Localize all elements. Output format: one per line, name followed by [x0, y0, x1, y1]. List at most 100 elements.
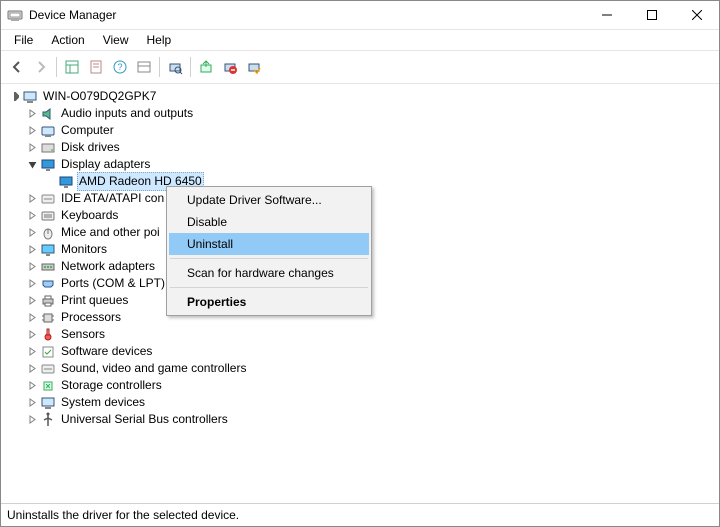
category-icon [40, 310, 56, 326]
tree-category-label: Print queues [59, 292, 130, 309]
tree-category-label: Universal Serial Bus controllers [59, 411, 230, 428]
tree-category-label: Ports (COM & LPT) [59, 275, 167, 292]
category-icon [40, 140, 56, 156]
category-icon [40, 123, 56, 139]
tree-device[interactable]: AMD Radeon HD 6450 [43, 173, 719, 190]
help-button[interactable]: ? [109, 56, 131, 78]
tree-category-label: Sensors [59, 326, 107, 343]
menu-file[interactable]: File [5, 31, 42, 49]
properties-sheet-button[interactable] [85, 56, 107, 78]
category-icon [40, 378, 56, 394]
window-controls [584, 1, 719, 29]
toolbar-separator [190, 57, 191, 77]
expand-icon[interactable] [25, 124, 39, 138]
show-hide-tree-button[interactable] [61, 56, 83, 78]
category-icon [40, 259, 56, 275]
tree-category[interactable]: Sound, video and game controllers [25, 360, 719, 377]
window-title: Device Manager [29, 8, 116, 22]
category-icon [40, 412, 56, 428]
tree-category[interactable]: Software devices [25, 343, 719, 360]
tree-root[interactable]: WIN-O079DQ2GPK7 [7, 88, 719, 105]
expand-icon[interactable] [25, 226, 39, 240]
back-button[interactable] [6, 56, 28, 78]
tree-category[interactable]: Computer [25, 122, 719, 139]
context-menu-item[interactable]: Update Driver Software... [169, 189, 369, 211]
expand-icon[interactable] [25, 260, 39, 274]
toolbar-separator [56, 57, 57, 77]
category-icon [40, 395, 56, 411]
expand-collapse-icon[interactable] [7, 90, 21, 104]
tree-category[interactable]: Mice and other poi [25, 224, 719, 241]
maximize-button[interactable] [629, 1, 674, 29]
tree-category[interactable]: Print queues [25, 292, 719, 309]
close-button[interactable] [674, 1, 719, 29]
disable-device-button[interactable] [243, 56, 265, 78]
expand-icon[interactable] [25, 294, 39, 308]
tree-category-label: Computer [59, 122, 116, 139]
expand-icon[interactable] [25, 362, 39, 376]
expand-icon[interactable] [25, 379, 39, 393]
scan-hardware-button[interactable] [164, 56, 186, 78]
category-icon [40, 191, 56, 207]
expand-icon[interactable] [25, 209, 39, 223]
tree-category-label: Disk drives [59, 139, 122, 156]
tree-category[interactable]: Processors [25, 309, 719, 326]
expand-icon[interactable] [25, 328, 39, 342]
statusbar: Uninstalls the driver for the selected d… [1, 503, 719, 526]
tree-category[interactable]: Keyboards [25, 207, 719, 224]
toolbar-separator [159, 57, 160, 77]
tree-category[interactable]: Monitors [25, 241, 719, 258]
expand-icon[interactable] [25, 413, 39, 427]
tree-category[interactable]: Disk drives [25, 139, 719, 156]
expand-icon[interactable] [25, 141, 39, 155]
expand-icon[interactable] [25, 107, 39, 121]
category-icon [40, 106, 56, 122]
menu-view[interactable]: View [94, 31, 138, 49]
titlebar: Device Manager [1, 1, 719, 30]
tree-category-label: Keyboards [59, 207, 120, 224]
expand-icon[interactable] [25, 396, 39, 410]
context-menu-item[interactable]: Uninstall [169, 233, 369, 255]
tree-category-label: Software devices [59, 343, 154, 360]
tree-category-label: Monitors [59, 241, 109, 258]
tree-category[interactable]: Network adapters [25, 258, 719, 275]
context-menu-item[interactable]: Properties [169, 291, 369, 313]
tree-category-label: Storage controllers [59, 377, 164, 394]
uninstall-device-button[interactable] [219, 56, 241, 78]
category-icon [40, 293, 56, 309]
expand-icon[interactable] [25, 345, 39, 359]
forward-button[interactable] [30, 56, 52, 78]
tree-category[interactable]: System devices [25, 394, 719, 411]
menubar: File Action View Help [1, 30, 719, 50]
menu-help[interactable]: Help [138, 31, 181, 49]
expand-icon[interactable] [25, 243, 39, 257]
toolbar: ? [1, 50, 719, 84]
expand-icon[interactable] [25, 192, 39, 206]
category-icon [40, 242, 56, 258]
expand-icon[interactable] [25, 277, 39, 291]
context-menu-item[interactable]: Scan for hardware changes [169, 262, 369, 284]
computer-icon [22, 89, 38, 105]
tree-category[interactable]: Sensors [25, 326, 719, 343]
tree-category[interactable]: IDE ATA/ATAPI con [25, 190, 719, 207]
app-icon [7, 7, 23, 23]
category-icon [40, 344, 56, 360]
tree-category[interactable]: Ports (COM & LPT) [25, 275, 719, 292]
context-menu-separator [170, 258, 368, 259]
context-menu-separator [170, 287, 368, 288]
toolbar-extra-1[interactable] [133, 56, 155, 78]
tree-root-label: WIN-O079DQ2GPK7 [41, 88, 158, 105]
tree-category[interactable]: Audio inputs and outputs [25, 105, 719, 122]
expand-icon[interactable] [25, 311, 39, 325]
tree-category-label: Mice and other poi [59, 224, 162, 241]
device-tree[interactable]: WIN-O079DQ2GPK7 Audio inputs and outputs… [1, 84, 719, 503]
minimize-button[interactable] [584, 1, 629, 29]
update-driver-button[interactable] [195, 56, 217, 78]
context-menu-item[interactable]: Disable [169, 211, 369, 233]
collapse-icon[interactable] [25, 158, 39, 172]
tree-category[interactable]: Storage controllers [25, 377, 719, 394]
tree-category[interactable]: Universal Serial Bus controllers [25, 411, 719, 428]
tree-category[interactable]: Display adapters [25, 156, 719, 173]
menu-action[interactable]: Action [42, 31, 93, 49]
tree-category-label: Processors [59, 309, 123, 326]
